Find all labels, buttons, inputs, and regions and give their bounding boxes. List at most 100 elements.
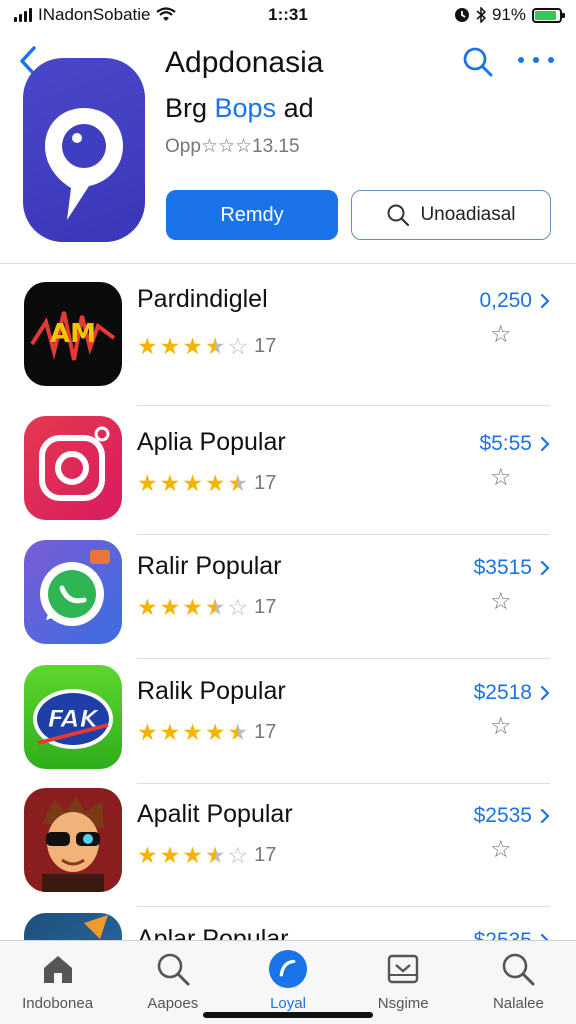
status-bar: INadonSobatie 1::31 91% xyxy=(0,0,576,30)
app-price[interactable]: $3515 xyxy=(474,556,550,580)
search-icon xyxy=(153,949,193,989)
rating-count: 17 xyxy=(254,844,277,866)
price-label: $3515 xyxy=(473,556,532,579)
row-divider xyxy=(137,405,550,406)
status-time: 1::31 xyxy=(268,5,308,24)
subtitle-part2: ad xyxy=(276,93,314,123)
status-left: INadonSobatie xyxy=(14,5,234,25)
star-half-icon: ★ xyxy=(204,333,226,359)
star-half-icon: ★ xyxy=(227,470,249,496)
status-right: 91% xyxy=(342,5,565,25)
secondary-button-label: Unoadiasal xyxy=(420,204,516,225)
app-rating: ★ ★ ★ ★ ☆ 17 xyxy=(137,335,276,358)
star-full-icon: ★ xyxy=(204,470,226,496)
app-price[interactable]: 0,250 xyxy=(479,289,550,313)
app-name: Pardindiglel xyxy=(137,285,268,313)
home-icon xyxy=(38,949,78,989)
chevron-right-icon xyxy=(540,436,550,452)
star-full-icon: ★ xyxy=(137,594,158,620)
waveform-icon: AM xyxy=(24,282,122,386)
price-label: $2535 xyxy=(473,804,532,827)
price-label: 0,250 xyxy=(479,289,532,312)
location-pin-icon xyxy=(45,108,123,220)
home-indicator xyxy=(203,1012,373,1018)
star-full-icon: ★ xyxy=(137,719,158,745)
more-dot-icon xyxy=(533,57,539,63)
header-divider xyxy=(0,263,576,264)
favorite-star-icon[interactable]: ☆ xyxy=(490,838,514,862)
tab-home[interactable]: Indobonea xyxy=(0,941,115,1024)
wifi-icon xyxy=(156,7,177,21)
list-item[interactable]: Apalit Popular ★ ★ ★ ★ ☆ 17 $2535 ☆ xyxy=(0,782,576,907)
tab-search[interactable]: Nalalee xyxy=(461,941,576,1024)
app-name: Apalit Popular xyxy=(137,800,293,828)
star-full-icon: ★ xyxy=(159,594,181,620)
list-item[interactable]: Ralir Popular ★ ★ ★ ★ ☆ 17 $3515 ☆ xyxy=(0,534,576,659)
chevron-right-icon xyxy=(540,293,550,309)
app-name: Ralir Popular xyxy=(137,552,282,580)
star-empty-icon: ☆ xyxy=(227,842,249,868)
tab-label: Indobonea xyxy=(22,995,94,1012)
app-title: Adpdonasia xyxy=(165,46,324,79)
tab-label: Aapoes xyxy=(147,995,199,1012)
favorite-star-icon[interactable]: ☆ xyxy=(490,715,514,739)
star-full-icon: ★ xyxy=(137,842,158,868)
app-rating: ★ ★ ★ ★ ☆ 17 xyxy=(137,844,276,867)
rating-count: 17 xyxy=(254,472,277,494)
more-button[interactable] xyxy=(518,52,554,68)
list-item[interactable]: FAK Ralik Popular ★ ★ ★ ★ ★ 17 $2518 ☆ xyxy=(0,659,576,784)
chevron-right-icon xyxy=(540,685,550,701)
star-full-icon: ★ xyxy=(182,333,203,359)
battery-percent: 91% xyxy=(491,5,526,24)
app-price[interactable]: $5:55 xyxy=(479,432,550,456)
search-icon xyxy=(498,949,538,989)
subtitle-accent[interactable]: Bops xyxy=(215,93,277,123)
star-full-icon: ★ xyxy=(182,594,203,620)
app-price[interactable]: $2535 xyxy=(474,804,550,828)
chat-icon xyxy=(24,540,122,644)
tab-label: Nsgime xyxy=(377,995,429,1012)
tab-label: Loyal xyxy=(270,995,306,1012)
star-full-icon: ★ xyxy=(182,842,203,868)
app-subtitle: Brg Bops ad xyxy=(165,93,314,124)
rating-count: 17 xyxy=(254,596,277,618)
star-empty-icon: ☆ xyxy=(227,594,249,620)
search-icon xyxy=(387,204,410,227)
svg-text:AM: AM xyxy=(50,319,96,349)
app-rating: ★ ★ ★ ★ ★ 17 xyxy=(137,721,276,744)
chevron-right-icon xyxy=(540,560,550,576)
star-full-icon: ★ xyxy=(137,470,158,496)
compass-icon xyxy=(268,949,308,989)
star-full-icon: ★ xyxy=(159,333,181,359)
rating-count: 17 xyxy=(254,721,277,743)
rating-count: 17 xyxy=(254,335,277,357)
star-full-icon: ★ xyxy=(182,719,203,745)
app-rating: ★ ★ ★ ★ ★ 17 xyxy=(137,472,276,495)
list-item[interactable]: AM Pardindiglel ★ ★ ★ ★ ☆ 17 0,250 ☆ xyxy=(0,273,576,406)
carrier-label: INadonSobatie xyxy=(38,5,151,24)
price-label: $2518 xyxy=(473,681,532,704)
battery-icon xyxy=(532,7,565,23)
secondary-action-button[interactable]: Unoadiasal xyxy=(351,190,551,240)
favorite-star-icon[interactable]: ☆ xyxy=(490,323,514,347)
list-item[interactable]: Aplia Popular ★ ★ ★ ★ ★ 17 $5:55 ☆ xyxy=(0,410,576,535)
favorite-star-icon[interactable]: ☆ xyxy=(490,590,514,614)
star-full-icon: ★ xyxy=(204,719,226,745)
bluetooth-icon xyxy=(476,7,486,23)
avatar-icon xyxy=(24,788,122,892)
star-half-icon: ★ xyxy=(227,719,249,745)
favorite-star-icon[interactable]: ☆ xyxy=(490,466,514,490)
app-icon xyxy=(23,58,145,242)
price-label: $5:55 xyxy=(479,432,532,455)
alarm-icon xyxy=(454,8,469,22)
star-full-icon: ★ xyxy=(182,470,203,496)
chevron-right-icon xyxy=(540,808,550,824)
app-price[interactable]: $2518 xyxy=(474,681,550,705)
primary-action-button[interactable]: Remdy xyxy=(166,190,338,240)
app-rating-text: Opp☆☆☆13.15 xyxy=(165,136,300,157)
fak-logo-icon: FAK xyxy=(24,665,122,769)
star-full-icon: ★ xyxy=(137,333,158,359)
star-full-icon: ★ xyxy=(159,842,181,868)
search-button[interactable] xyxy=(462,46,494,78)
app-name: Ralik Popular xyxy=(137,677,286,705)
